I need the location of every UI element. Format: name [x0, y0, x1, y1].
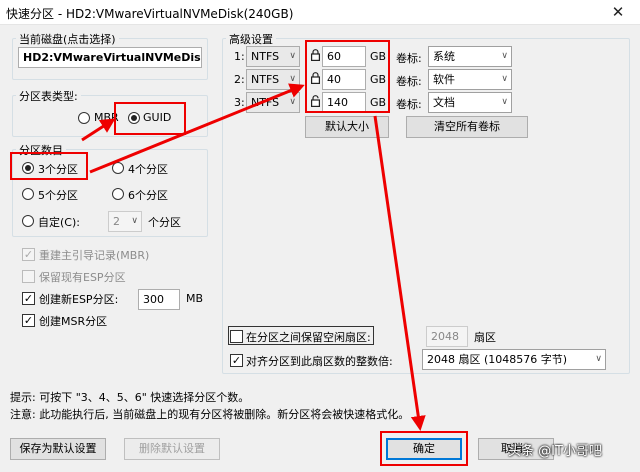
- align-label[interactable]: 对齐分区到此扇区数的整数倍:: [246, 353, 393, 369]
- delete-default-button: 删除默认设置: [124, 438, 220, 460]
- mbr-radio[interactable]: [78, 112, 90, 124]
- save-default-button[interactable]: 保存为默认设置: [10, 438, 106, 460]
- disk-group-label: 当前磁盘(点击选择): [16, 31, 119, 47]
- table-type-label: 分区表类型:: [16, 88, 81, 104]
- row-2-fs-select[interactable]: NTFS ∨: [246, 69, 300, 90]
- count-custom-label[interactable]: 自定(C):: [38, 214, 80, 230]
- chevron-down-icon: ∨: [289, 51, 296, 61]
- count-4-radio[interactable]: [112, 162, 124, 174]
- row-3-vol-label: 卷标:: [396, 98, 422, 111]
- align-checkbox[interactable]: ✓: [230, 354, 243, 367]
- row-3-index: 3:: [234, 96, 245, 109]
- count-5-radio[interactable]: [22, 188, 34, 200]
- row-2-volume-value: 软件: [433, 73, 455, 86]
- count-custom-select: 2 ∨: [108, 211, 142, 232]
- esp-unit-label: MB: [186, 292, 204, 305]
- row-2-vol-label: 卷标:: [396, 75, 422, 88]
- chevron-down-icon: ∨: [131, 216, 138, 226]
- row-2-fs-value: NTFS: [251, 73, 280, 86]
- create-esp-label[interactable]: 创建新ESP分区:: [39, 291, 118, 307]
- warning-text: 注意: 此功能执行后, 当前磁盘上的现有分区将被删除。新分区将会被快速格式化。: [10, 408, 410, 421]
- chevron-down-icon: ∨: [595, 354, 602, 364]
- chevron-down-icon: ∨: [289, 97, 296, 107]
- keep-esp-label: 保留现有ESP分区: [39, 271, 126, 284]
- advanced-group-label: 高级设置: [226, 31, 276, 47]
- rebuild-mbr-label: 重建主引导记录(MBR): [39, 249, 150, 262]
- default-size-button[interactable]: 默认大小: [305, 116, 389, 138]
- chevron-down-icon: ∨: [501, 74, 508, 84]
- align-value: 2048 扇区 (1048576 字节): [427, 353, 568, 366]
- create-msr-label[interactable]: 创建MSR分区: [39, 313, 107, 329]
- annotation-box-ok: [380, 431, 468, 466]
- focus-rect: [228, 326, 374, 345]
- row-2-volume-select[interactable]: 软件 ∨: [428, 69, 512, 90]
- chevron-down-icon: ∨: [501, 97, 508, 107]
- row-1-volume-select[interactable]: 系统 ∨: [428, 46, 512, 67]
- count-custom-suffix: 个分区: [148, 216, 181, 229]
- row-1-index: 1:: [234, 50, 245, 63]
- keep-free-unit: 扇区: [474, 331, 496, 344]
- count-custom-radio[interactable]: [22, 215, 34, 227]
- row-1-volume-value: 系统: [433, 50, 455, 63]
- annotation-box-sizes: [305, 40, 390, 113]
- window-title: 快速分区 - HD2:VMwareVirtualNVMeDisk(240GB): [6, 7, 294, 21]
- count-5-label[interactable]: 5个分区: [38, 187, 78, 203]
- chevron-down-icon: ∨: [501, 51, 508, 61]
- create-esp-checkbox[interactable]: ✓: [22, 292, 35, 305]
- clear-labels-button[interactable]: 清空所有卷标: [406, 116, 528, 138]
- chevron-down-icon: ∨: [289, 74, 296, 84]
- row-1-vol-label: 卷标:: [396, 52, 422, 65]
- row-1-fs-value: NTFS: [251, 50, 280, 63]
- count-6-radio[interactable]: [112, 188, 124, 200]
- row-3-volume-select[interactable]: 文档 ∨: [428, 92, 512, 113]
- count-4-label[interactable]: 4个分区: [128, 161, 168, 177]
- count-custom-value: 2: [113, 215, 120, 228]
- row-3-volume-value: 文档: [433, 96, 455, 109]
- rebuild-mbr-checkbox: ✓: [22, 248, 35, 261]
- row-2-index: 2:: [234, 73, 245, 86]
- title-bar: 快速分区 - HD2:VMwareVirtualNVMeDisk(240GB) …: [0, 0, 640, 25]
- close-icon[interactable]: ✕: [596, 0, 640, 25]
- row-3-fs-value: NTFS: [251, 96, 280, 109]
- row-1-fs-select[interactable]: NTFS ∨: [246, 46, 300, 67]
- disk-select-field[interactable]: HD2:VMwareVirtualNVMeDisk: [18, 47, 202, 68]
- align-select[interactable]: 2048 扇区 (1048576 字节) ∨: [422, 349, 606, 370]
- esp-size-input[interactable]: 300: [138, 289, 180, 310]
- row-3-fs-select[interactable]: NTFS ∨: [246, 92, 300, 113]
- keep-free-input: 2048: [426, 326, 468, 347]
- count-6-label[interactable]: 6个分区: [128, 187, 168, 203]
- keep-esp-checkbox: [22, 270, 35, 283]
- watermark-text: 头条 @IT小哥吧: [508, 444, 602, 459]
- annotation-box-guid: [114, 102, 186, 135]
- tip-text: 提示: 可按下 "3、4、5、6" 快速选择分区个数。: [10, 391, 250, 404]
- annotation-box-count: [10, 152, 88, 180]
- create-msr-checkbox[interactable]: ✓: [22, 314, 35, 327]
